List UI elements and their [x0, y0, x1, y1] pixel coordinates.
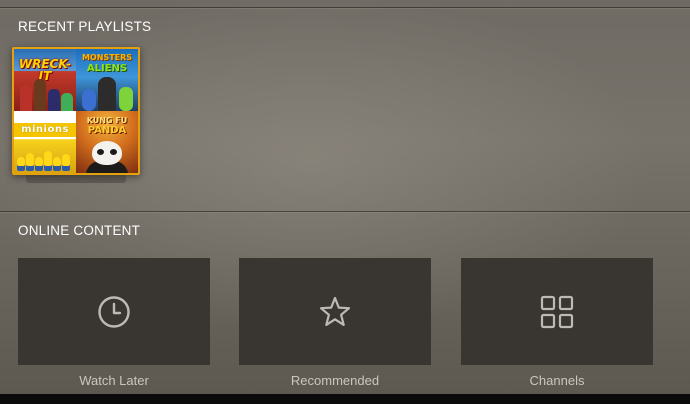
- poster-kung-fu-panda: KUNG FU PANDA: [76, 111, 138, 173]
- watch-later-label[interactable]: Watch Later: [18, 373, 210, 388]
- panda-head: [92, 141, 122, 165]
- character-figure: [61, 93, 73, 111]
- watch-later-card[interactable]: [18, 258, 210, 365]
- channels-label[interactable]: Channels: [461, 373, 653, 388]
- minion-figure: [62, 154, 70, 171]
- star-icon: [319, 296, 351, 326]
- recommended-label[interactable]: Recommended: [239, 373, 431, 388]
- character-figure: [119, 87, 133, 111]
- grid-icon: [540, 295, 574, 328]
- poster-title-line1: MONSTERS: [81, 53, 133, 62]
- channels-card[interactable]: [461, 258, 653, 365]
- character-figure: [98, 77, 116, 111]
- playlist-stack-shadow: [26, 175, 126, 183]
- poster-title: WRECK-IT: [18, 57, 72, 83]
- minion-figure: [53, 157, 61, 171]
- minion-figure: [17, 157, 25, 171]
- panda-eye: [110, 149, 117, 155]
- recommended-card[interactable]: [239, 258, 431, 365]
- character-figure: [34, 79, 46, 111]
- top-divider: [0, 7, 690, 8]
- playlist-poster-grid: WRECK-IT MONSTERS ALIENS minions KUNG FU…: [14, 49, 138, 173]
- poster-title-line1: KUNG FU: [86, 116, 128, 125]
- character-figure: [82, 89, 96, 111]
- character-figure: [20, 85, 32, 111]
- poster-title: minions: [14, 123, 76, 137]
- online-content-heading: ONLINE CONTENT: [18, 223, 141, 238]
- clock-icon: [98, 295, 130, 328]
- poster-title-line2: PANDA: [87, 125, 127, 136]
- poster-minions: minions: [14, 111, 76, 173]
- poster-monsters-aliens: MONSTERS ALIENS: [76, 49, 138, 111]
- minion-figure: [26, 153, 34, 171]
- panda-eye: [97, 149, 104, 155]
- minion-figure: [35, 157, 43, 171]
- poster-wreck-it: WRECK-IT: [14, 49, 76, 111]
- bottom-bar: [0, 394, 690, 404]
- recent-playlists-heading: RECENT PLAYLISTS: [18, 19, 152, 34]
- minion-figure: [44, 151, 52, 171]
- section-divider: [0, 211, 690, 212]
- poster-title-line2: ALIENS: [86, 63, 128, 74]
- character-figure: [48, 89, 60, 111]
- playlist-tile[interactable]: WRECK-IT MONSTERS ALIENS minions KUNG FU…: [12, 47, 140, 175]
